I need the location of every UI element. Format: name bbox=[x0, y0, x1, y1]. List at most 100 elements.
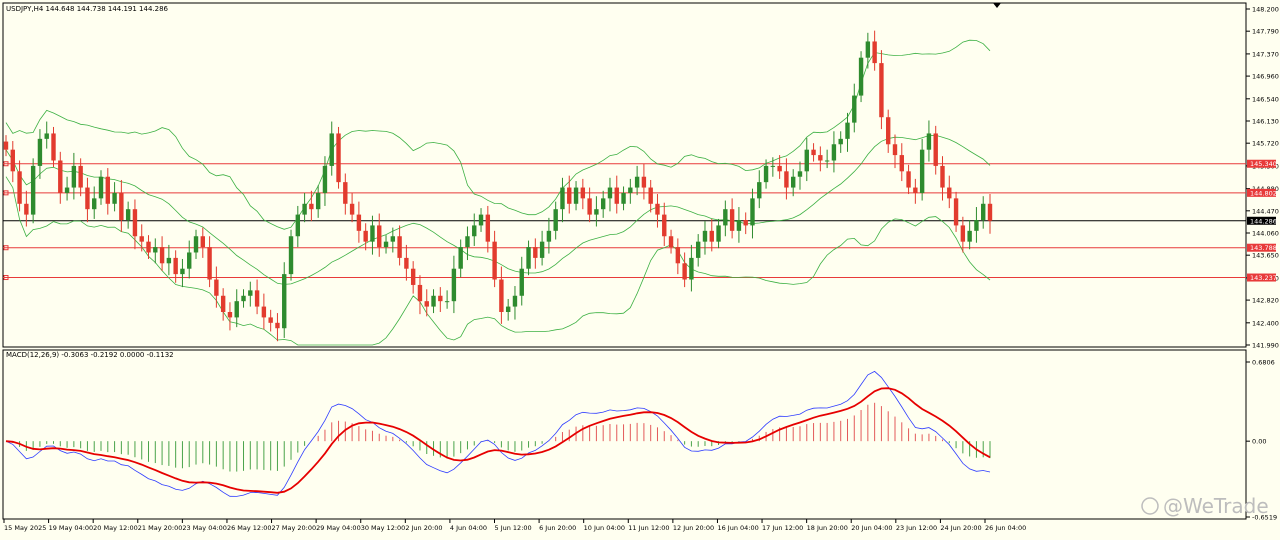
time-tick-label: 29 May 04:00 bbox=[316, 524, 361, 532]
time-tick-label: 27 May 20:00 bbox=[272, 524, 317, 532]
chart-canvas[interactable]: 0.68060.00-0.6519 148.200147.790147.3701… bbox=[0, 0, 1280, 536]
candle-body bbox=[824, 160, 830, 162]
candle-body bbox=[241, 295, 246, 302]
candle-body bbox=[886, 117, 891, 145]
candle-body bbox=[763, 165, 769, 183]
candle-body bbox=[831, 144, 837, 161]
candle-body bbox=[78, 165, 83, 188]
candle-body bbox=[329, 133, 334, 166]
candle-body bbox=[193, 236, 199, 253]
candle-body bbox=[451, 268, 457, 302]
candle bbox=[288, 229, 294, 281]
candle-body bbox=[777, 165, 782, 172]
candle-body bbox=[716, 225, 721, 242]
candle-body bbox=[838, 138, 843, 145]
candle-body bbox=[444, 301, 450, 303]
candle-body bbox=[492, 241, 497, 280]
candle-body bbox=[485, 214, 491, 242]
candle-body bbox=[567, 187, 572, 204]
level-price-label: 143.237 bbox=[1250, 274, 1277, 282]
candle-body bbox=[438, 295, 443, 302]
candle-body bbox=[899, 155, 904, 172]
candle-body bbox=[634, 176, 640, 188]
level-price-label: 145.340 bbox=[1250, 160, 1277, 168]
time-tick-label: 20 May 12:00 bbox=[93, 524, 138, 532]
candle-body bbox=[892, 144, 898, 156]
candle-body bbox=[214, 279, 219, 296]
price-tick-label: 147.370 bbox=[1252, 50, 1279, 58]
candle-body bbox=[553, 209, 558, 231]
candle-body bbox=[797, 171, 803, 177]
price-tick-label: 141.990 bbox=[1252, 342, 1279, 350]
candle-body bbox=[363, 230, 368, 242]
candle-body bbox=[533, 247, 538, 258]
macd-tick-label: 0.00 bbox=[1252, 438, 1266, 446]
candle-body bbox=[879, 63, 884, 118]
candle-body bbox=[275, 322, 280, 329]
candle-body bbox=[166, 257, 172, 264]
candle-body bbox=[648, 187, 653, 204]
time-tick-label: 6 Jun 20:00 bbox=[539, 524, 576, 532]
candle-body bbox=[404, 257, 409, 269]
chart-window: 0.6806 0.00 -0.6519 148.200 147.790 147.370 1… bbox=[0, 0, 1280, 536]
candle-body bbox=[906, 171, 911, 188]
time-tick-label: 16 Jun 04:00 bbox=[717, 524, 758, 532]
price-tick-label: 146.540 bbox=[1252, 95, 1279, 103]
candle-body bbox=[940, 165, 945, 188]
candle-body bbox=[926, 133, 932, 150]
candle-body bbox=[499, 279, 504, 312]
candle-body bbox=[397, 236, 402, 258]
candle-body bbox=[743, 220, 748, 226]
candle-body bbox=[628, 187, 633, 193]
candle-body bbox=[85, 187, 90, 210]
candle-body bbox=[804, 149, 809, 172]
candle-body bbox=[587, 198, 592, 215]
time-tick-label: 26 May 12:00 bbox=[227, 524, 272, 532]
candle-body bbox=[947, 187, 952, 199]
candle-body bbox=[187, 252, 192, 269]
candle-body bbox=[417, 284, 423, 302]
candle-body bbox=[227, 311, 233, 318]
candle-body bbox=[987, 203, 993, 221]
candle-body bbox=[736, 220, 742, 231]
candle-body bbox=[641, 176, 647, 188]
candle-body bbox=[865, 41, 871, 58]
candle-body bbox=[98, 176, 104, 199]
price-tick-label: 145.720 bbox=[1252, 140, 1279, 148]
candle-body bbox=[594, 209, 599, 215]
candle-body bbox=[112, 192, 117, 204]
candle-body bbox=[105, 176, 110, 204]
candle-body bbox=[580, 187, 586, 199]
price-tick-label: 146.960 bbox=[1252, 73, 1279, 81]
candle-body bbox=[431, 295, 436, 307]
candle-body bbox=[757, 182, 762, 199]
candle-body bbox=[17, 171, 22, 204]
candle-body bbox=[343, 182, 348, 204]
candle-body bbox=[119, 192, 124, 221]
price-tick-label: 148.200 bbox=[1252, 6, 1279, 14]
price-tick-label: 146.130 bbox=[1252, 118, 1279, 126]
candle bbox=[858, 51, 864, 103]
candle-body bbox=[370, 225, 375, 242]
price-tick-label: 142.400 bbox=[1252, 319, 1279, 327]
candle-body bbox=[349, 203, 355, 215]
level-price-label: 144.802 bbox=[1250, 189, 1277, 197]
candle-body bbox=[132, 209, 138, 237]
candle-body bbox=[336, 133, 341, 183]
time-tick-label: 11 Jun 12:00 bbox=[628, 524, 669, 532]
candle-body bbox=[668, 236, 674, 248]
candle-body bbox=[662, 214, 667, 237]
candle-body bbox=[44, 133, 49, 139]
candle bbox=[336, 126, 341, 189]
candle-body bbox=[309, 203, 314, 210]
candle-body bbox=[607, 187, 613, 199]
candle-body bbox=[655, 203, 660, 215]
candle-body bbox=[689, 257, 694, 280]
time-tick-label: 21 May 20:00 bbox=[138, 524, 183, 532]
candle-body bbox=[953, 198, 959, 226]
price-tick-label: 144.470 bbox=[1252, 207, 1279, 215]
candle-body bbox=[24, 203, 29, 215]
candle-body bbox=[852, 95, 857, 123]
candle-body bbox=[465, 236, 470, 248]
time-tick-label: 4 Jun 04:00 bbox=[450, 524, 487, 532]
